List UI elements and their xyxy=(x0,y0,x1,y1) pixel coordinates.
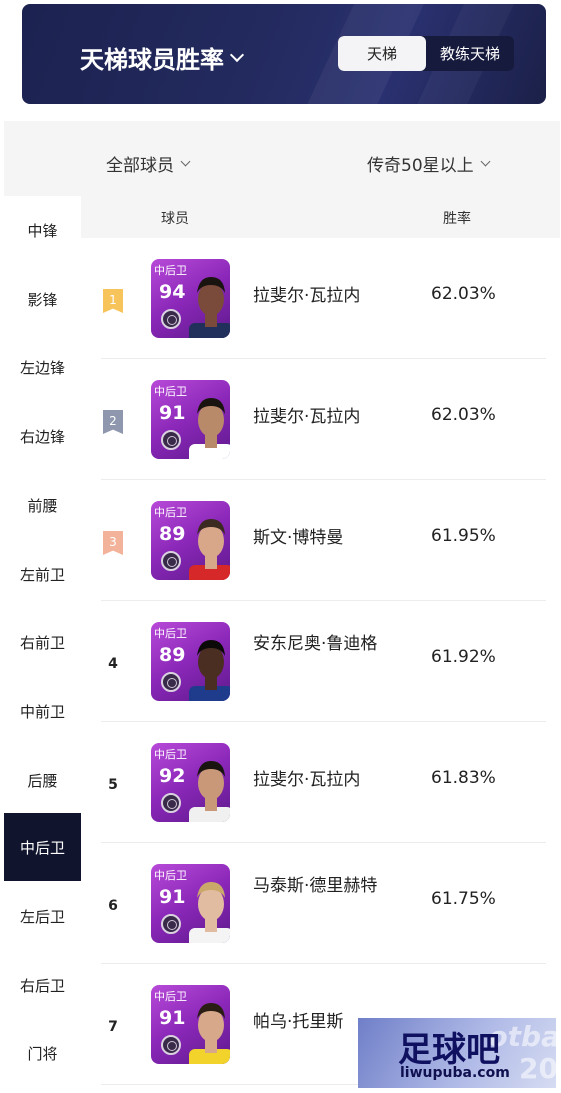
sidebar-item-cf[interactable]: 中锋 xyxy=(4,196,81,264)
page-title: 天梯球员胜率 xyxy=(80,46,224,74)
sidebar-item-lmf[interactable]: 左前卫 xyxy=(4,540,81,608)
mode-toggle: 天梯 教练天梯 xyxy=(338,36,514,71)
card-emblem-icon xyxy=(161,672,181,692)
player-filter-dropdown[interactable]: 全部球员 xyxy=(106,151,191,176)
page-title-dropdown[interactable]: 天梯球员胜率 xyxy=(80,40,245,75)
sidebar-item-rb[interactable]: 右后卫 xyxy=(4,951,81,1019)
card-position: 中后卫 xyxy=(154,385,187,398)
sidebar-item-rwf[interactable]: 右边锋 xyxy=(4,402,81,470)
sidebar-item-gk[interactable]: 门将 xyxy=(4,1019,81,1087)
table-row[interactable]: 5 中后卫 92 拉斐尔·瓦拉内 61.83% xyxy=(81,722,560,843)
card-emblem-icon xyxy=(161,914,181,934)
table-row[interactable]: 3 中后卫 89 斯文·博特曼 61.95% xyxy=(81,480,560,601)
sidebar-item-lb[interactable]: 左后卫 xyxy=(4,882,81,950)
card-rating: 91 xyxy=(159,1007,186,1029)
card-rating: 92 xyxy=(159,765,186,787)
card-position: 中后卫 xyxy=(154,627,187,640)
rank-badge: 7 xyxy=(108,1019,118,1035)
card-rating: 89 xyxy=(159,644,186,666)
player-card[interactable]: 中后卫 91 xyxy=(151,380,230,459)
card-emblem-icon xyxy=(161,309,181,329)
card-position: 中后卫 xyxy=(154,869,187,882)
filter-bar: 全部球员 传奇50星以上 xyxy=(4,121,560,196)
player-portrait xyxy=(189,640,230,701)
player-portrait xyxy=(189,1003,230,1064)
card-rating: 91 xyxy=(159,886,186,908)
win-rate: 61.92% xyxy=(431,647,496,667)
tab-coach-ladder[interactable]: 教练天梯 xyxy=(426,36,514,71)
rank-badge: 3 xyxy=(103,531,123,555)
sidebar-item-lwf[interactable]: 左边锋 xyxy=(4,333,81,401)
watermark-logo-text: 足球吧 xyxy=(398,1030,500,1070)
watermark: otba 20 足球吧 liwupuba.com xyxy=(358,1018,556,1088)
chevron-down-icon xyxy=(229,47,245,62)
win-rate: 61.75% xyxy=(431,889,496,909)
table-row[interactable]: 1 中后卫 94 拉斐尔·瓦拉内 62.03% xyxy=(81,238,560,359)
chevron-down-icon xyxy=(180,156,191,167)
watermark-url: liwupuba.com xyxy=(400,1065,510,1081)
player-name: 马泰斯·德里赫特 xyxy=(253,876,378,896)
card-emblem-icon xyxy=(161,430,181,450)
watermark-bg-text: 20 xyxy=(519,1052,556,1085)
win-rate: 61.83% xyxy=(431,768,496,788)
win-rate: 62.03% xyxy=(431,284,496,304)
card-emblem-icon xyxy=(161,793,181,813)
sidebar-item-rmf[interactable]: 右前卫 xyxy=(4,608,81,676)
position-sidebar: 中锋 影锋 左边锋 右边锋 前腰 左前卫 右前卫 中前卫 后腰 中后卫 左后卫 … xyxy=(4,196,81,1093)
player-card[interactable]: 中后卫 89 xyxy=(151,622,230,701)
player-card[interactable]: 中后卫 94 xyxy=(151,259,230,338)
win-rate: 62.03% xyxy=(431,405,496,425)
player-card[interactable]: 中后卫 91 xyxy=(151,985,230,1064)
player-name: 拉斐尔·瓦拉内 xyxy=(253,286,361,306)
column-header-winrate: 胜率 xyxy=(443,211,471,227)
player-name: 拉斐尔·瓦拉内 xyxy=(253,407,361,427)
player-portrait xyxy=(189,398,230,459)
player-name: 安东尼奥·鲁迪格 xyxy=(253,634,378,654)
sidebar-item-cb[interactable]: 中后卫 xyxy=(4,813,81,881)
player-name: 斯文·博特曼 xyxy=(253,528,344,548)
card-position: 中后卫 xyxy=(154,264,187,277)
card-position: 中后卫 xyxy=(154,990,187,1003)
rank-badge: 6 xyxy=(108,898,118,914)
sidebar-item-cmf[interactable]: 中前卫 xyxy=(4,677,81,745)
player-portrait xyxy=(189,761,230,822)
rank-badge: 1 xyxy=(103,289,123,313)
header-banner: 天梯球员胜率 天梯 教练天梯 xyxy=(22,4,546,104)
table-header: 球员 胜率 xyxy=(81,196,560,238)
sidebar-item-ss[interactable]: 影锋 xyxy=(4,265,81,333)
sidebar-item-amf[interactable]: 前腰 xyxy=(4,471,81,539)
card-position: 中后卫 xyxy=(154,748,187,761)
card-emblem-icon xyxy=(161,1035,181,1055)
card-rating: 94 xyxy=(159,281,186,303)
card-rating: 91 xyxy=(159,402,186,424)
level-filter-label: 传奇50星以上 xyxy=(367,156,474,176)
player-portrait xyxy=(189,882,230,943)
card-emblem-icon xyxy=(161,551,181,571)
card-rating: 89 xyxy=(159,523,186,545)
win-rate: 61.95% xyxy=(431,526,496,546)
player-portrait xyxy=(189,277,230,338)
chevron-down-icon xyxy=(480,156,491,167)
player-name: 拉斐尔·瓦拉内 xyxy=(253,770,361,790)
card-position: 中后卫 xyxy=(154,506,187,519)
player-card[interactable]: 中后卫 89 xyxy=(151,501,230,580)
player-portrait xyxy=(189,519,230,580)
player-card[interactable]: 中后卫 91 xyxy=(151,864,230,943)
table-row[interactable]: 6 中后卫 91 马泰斯·德里赫特 61.75% xyxy=(81,843,560,964)
rank-badge: 5 xyxy=(108,777,118,793)
player-card[interactable]: 中后卫 92 xyxy=(151,743,230,822)
rank-badge: 4 xyxy=(108,656,118,672)
table-row[interactable]: 4 中后卫 89 安东尼奥·鲁迪格 61.92% xyxy=(81,601,560,722)
sidebar-item-dmf[interactable]: 后腰 xyxy=(4,746,81,814)
table-row[interactable]: 2 中后卫 91 拉斐尔·瓦拉内 62.03% xyxy=(81,359,560,480)
level-filter-dropdown[interactable]: 传奇50星以上 xyxy=(367,151,491,176)
rank-badge: 2 xyxy=(103,410,123,434)
tab-ladder[interactable]: 天梯 xyxy=(338,36,426,71)
column-header-player: 球员 xyxy=(161,211,189,227)
player-filter-label: 全部球员 xyxy=(106,156,174,176)
